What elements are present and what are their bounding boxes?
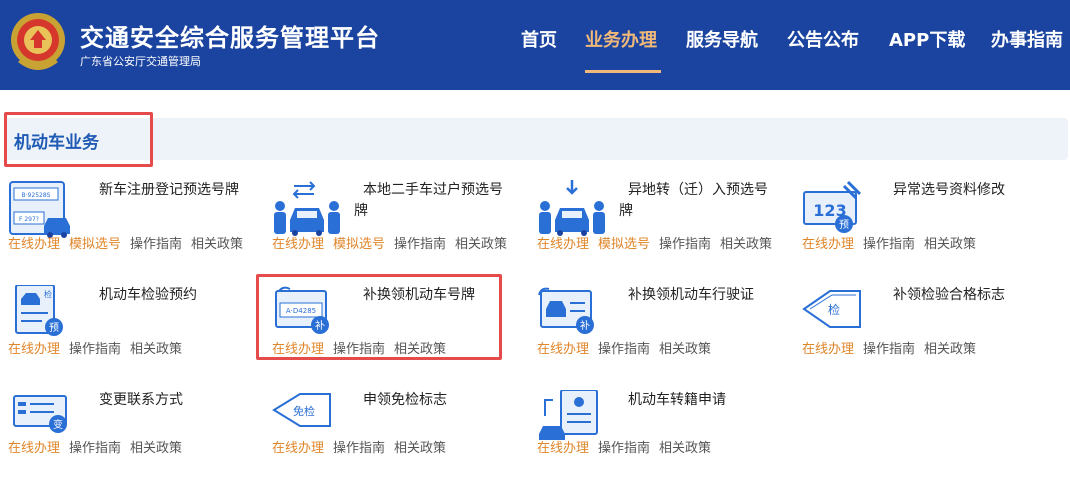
related-policy-link[interactable]: 相关政策 [720, 237, 772, 252]
operation-guide-link[interactable]: 操作指南 [659, 237, 711, 252]
related-policy-link[interactable]: 相关政策 [394, 441, 446, 456]
service-title: 补换领机动车行驶证 [628, 287, 754, 303]
icon-mianjian-text: 免检 [293, 404, 315, 418]
operation-guide-link[interactable]: 操作指南 [863, 237, 915, 252]
nav-active-underline [585, 70, 661, 73]
service-card-plate-info-modify[interactable]: 123 预 异常选号资料修改 在线办理 操作指南 相关政策 [802, 180, 1062, 270]
service-card-inspection-booking[interactable]: 检 预 机动车检验预约 在线办理 操作指南 相关政策 [8, 285, 268, 375]
related-policy-link[interactable]: 相关政策 [130, 342, 182, 357]
section-header-bar [5, 118, 1068, 160]
service-card-relocation[interactable]: 异地转（迁）入预选号牌 在线办理 模拟选号 操作指南 相关政策 [537, 180, 797, 270]
icon-yu-text: 预 [839, 219, 849, 231]
operation-guide-link[interactable]: 操作指南 [69, 342, 121, 357]
service-links: 在线办理 操作指南 相关政策 [537, 437, 720, 456]
related-policy-link[interactable]: 相关政策 [924, 237, 976, 252]
icon-jian-text: 检 [828, 302, 840, 317]
service-card-replace-license[interactable]: 补 补换领机动车行驶证 在线办理 操作指南 相关政策 [537, 285, 797, 375]
service-links: 在线办理 操作指南 相关政策 [802, 338, 985, 357]
highlight-box-replace-plate [256, 274, 502, 360]
service-title: 异常选号资料修改 [893, 182, 1005, 198]
service-title: 变更联系方式 [99, 392, 183, 408]
online-handle-link[interactable]: 在线办理 [272, 237, 324, 252]
service-links: 在线办理 操作指南 相关政策 [8, 338, 191, 357]
related-policy-link[interactable]: 相关政策 [130, 441, 182, 456]
service-links: 在线办理 模拟选号 操作指南 相关政策 [537, 233, 781, 252]
online-handle-link[interactable]: 在线办理 [537, 237, 589, 252]
service-title: 本地二手车过户预选号牌 [354, 182, 503, 219]
online-handle-link[interactable]: 在线办理 [802, 237, 854, 252]
online-handle-link[interactable]: 在线办理 [537, 342, 589, 357]
highlight-box-section [4, 112, 153, 167]
service-links: 在线办理 操作指南 相关政策 [537, 338, 720, 357]
operation-guide-link[interactable]: 操作指南 [598, 342, 650, 357]
simulate-select-link[interactable]: 模拟选号 [333, 237, 385, 252]
service-title: 新车注册登记预选号牌 [99, 182, 239, 198]
service-links: 在线办理 模拟选号 操作指南 相关政策 [8, 233, 252, 252]
operation-guide-link[interactable]: 操作指南 [863, 342, 915, 357]
online-handle-link[interactable]: 在线办理 [272, 441, 324, 456]
police-emblem-icon [11, 13, 65, 70]
operation-guide-link[interactable]: 操作指南 [333, 441, 385, 456]
related-policy-link[interactable]: 相关政策 [191, 237, 243, 252]
service-card-change-contact[interactable]: 变 变更联系方式 在线办理 操作指南 相关政策 [8, 390, 268, 480]
operation-guide-link[interactable]: 操作指南 [69, 441, 121, 456]
site-subtitle: 广东省公安厅交通管理局 [80, 55, 201, 68]
simulate-select-link[interactable]: 模拟选号 [598, 237, 650, 252]
service-card-local-transfer[interactable]: 本地二手车过户预选号牌 在线办理 模拟选号 操作指南 相关政策 [272, 180, 532, 270]
service-title: 机动车检验预约 [99, 287, 197, 303]
service-links: 在线办理 操作指南 相关政策 [8, 437, 191, 456]
nav-handbook[interactable]: 办事指南 [991, 26, 1063, 52]
service-card-new-car-plate[interactable]: B·92528S F 297? 新车注册登记预选号牌 在线办理 模拟选号 操作指南相… [8, 180, 268, 270]
service-links: 在线办理 操作指南 相关政策 [272, 437, 455, 456]
service-card-transfer-registration[interactable]: 机动车转籍申请 在线办理 操作指南 相关政策 [537, 390, 797, 480]
related-policy-link[interactable]: 相关政策 [659, 342, 711, 357]
icon-bian-text: 变 [53, 418, 63, 431]
operation-guide-link[interactable]: 操作指南 [394, 237, 446, 252]
related-policy-link[interactable]: 相关政策 [455, 237, 507, 252]
nav-app-download[interactable]: APP下载 [889, 26, 965, 52]
plate-bottom-text: F 297? [19, 216, 39, 223]
online-handle-link[interactable]: 在线办理 [537, 441, 589, 456]
service-links: 在线办理 操作指南 相关政策 [802, 233, 985, 252]
related-policy-link[interactable]: 相关政策 [659, 441, 711, 456]
icon-bu-text: 补 [580, 319, 590, 332]
simulate-select-link[interactable]: 模拟选号 [69, 237, 121, 252]
online-handle-link[interactable]: 在线办理 [802, 342, 854, 357]
online-handle-link[interactable]: 在线办理 [8, 342, 60, 357]
operation-guide-link[interactable]: 操作指南 [130, 237, 182, 252]
service-title: 异地转（迁）入预选号牌 [619, 182, 768, 219]
nav-home[interactable]: 首页 [521, 26, 557, 52]
service-title: 申领免检标志 [363, 392, 447, 408]
nav-business[interactable]: 业务办理 [585, 26, 657, 52]
icon-jian-text: 检 [44, 289, 52, 299]
service-title: 机动车转籍申请 [628, 392, 726, 408]
plate-top-text: B·92528S [22, 192, 51, 199]
service-title: 补领检验合格标志 [893, 287, 1005, 303]
icon-yu-text: 预 [49, 322, 59, 334]
service-links: 在线办理 模拟选号 操作指南 相关政策 [272, 233, 516, 252]
online-handle-link[interactable]: 在线办理 [8, 441, 60, 456]
operation-guide-link[interactable]: 操作指南 [598, 441, 650, 456]
site-title: 交通安全综合服务管理平台 [80, 24, 380, 52]
nav-service-guide[interactable]: 服务导航 [686, 26, 758, 52]
header-bar: 交通安全综合服务管理平台 广东省公安厅交通管理局 首页 业务办理 服务导航 公告… [0, 0, 1070, 90]
service-card-inspection-mark[interactable]: 检 补领检验合格标志 在线办理 操作指南 相关政策 [802, 285, 1062, 375]
nav-announcements[interactable]: 公告公布 [787, 26, 859, 52]
related-policy-link[interactable]: 相关政策 [924, 342, 976, 357]
online-handle-link[interactable]: 在线办理 [8, 237, 60, 252]
service-card-exempt-mark[interactable]: 免检 申领免检标志 在线办理 操作指南 相关政策 [272, 390, 532, 480]
